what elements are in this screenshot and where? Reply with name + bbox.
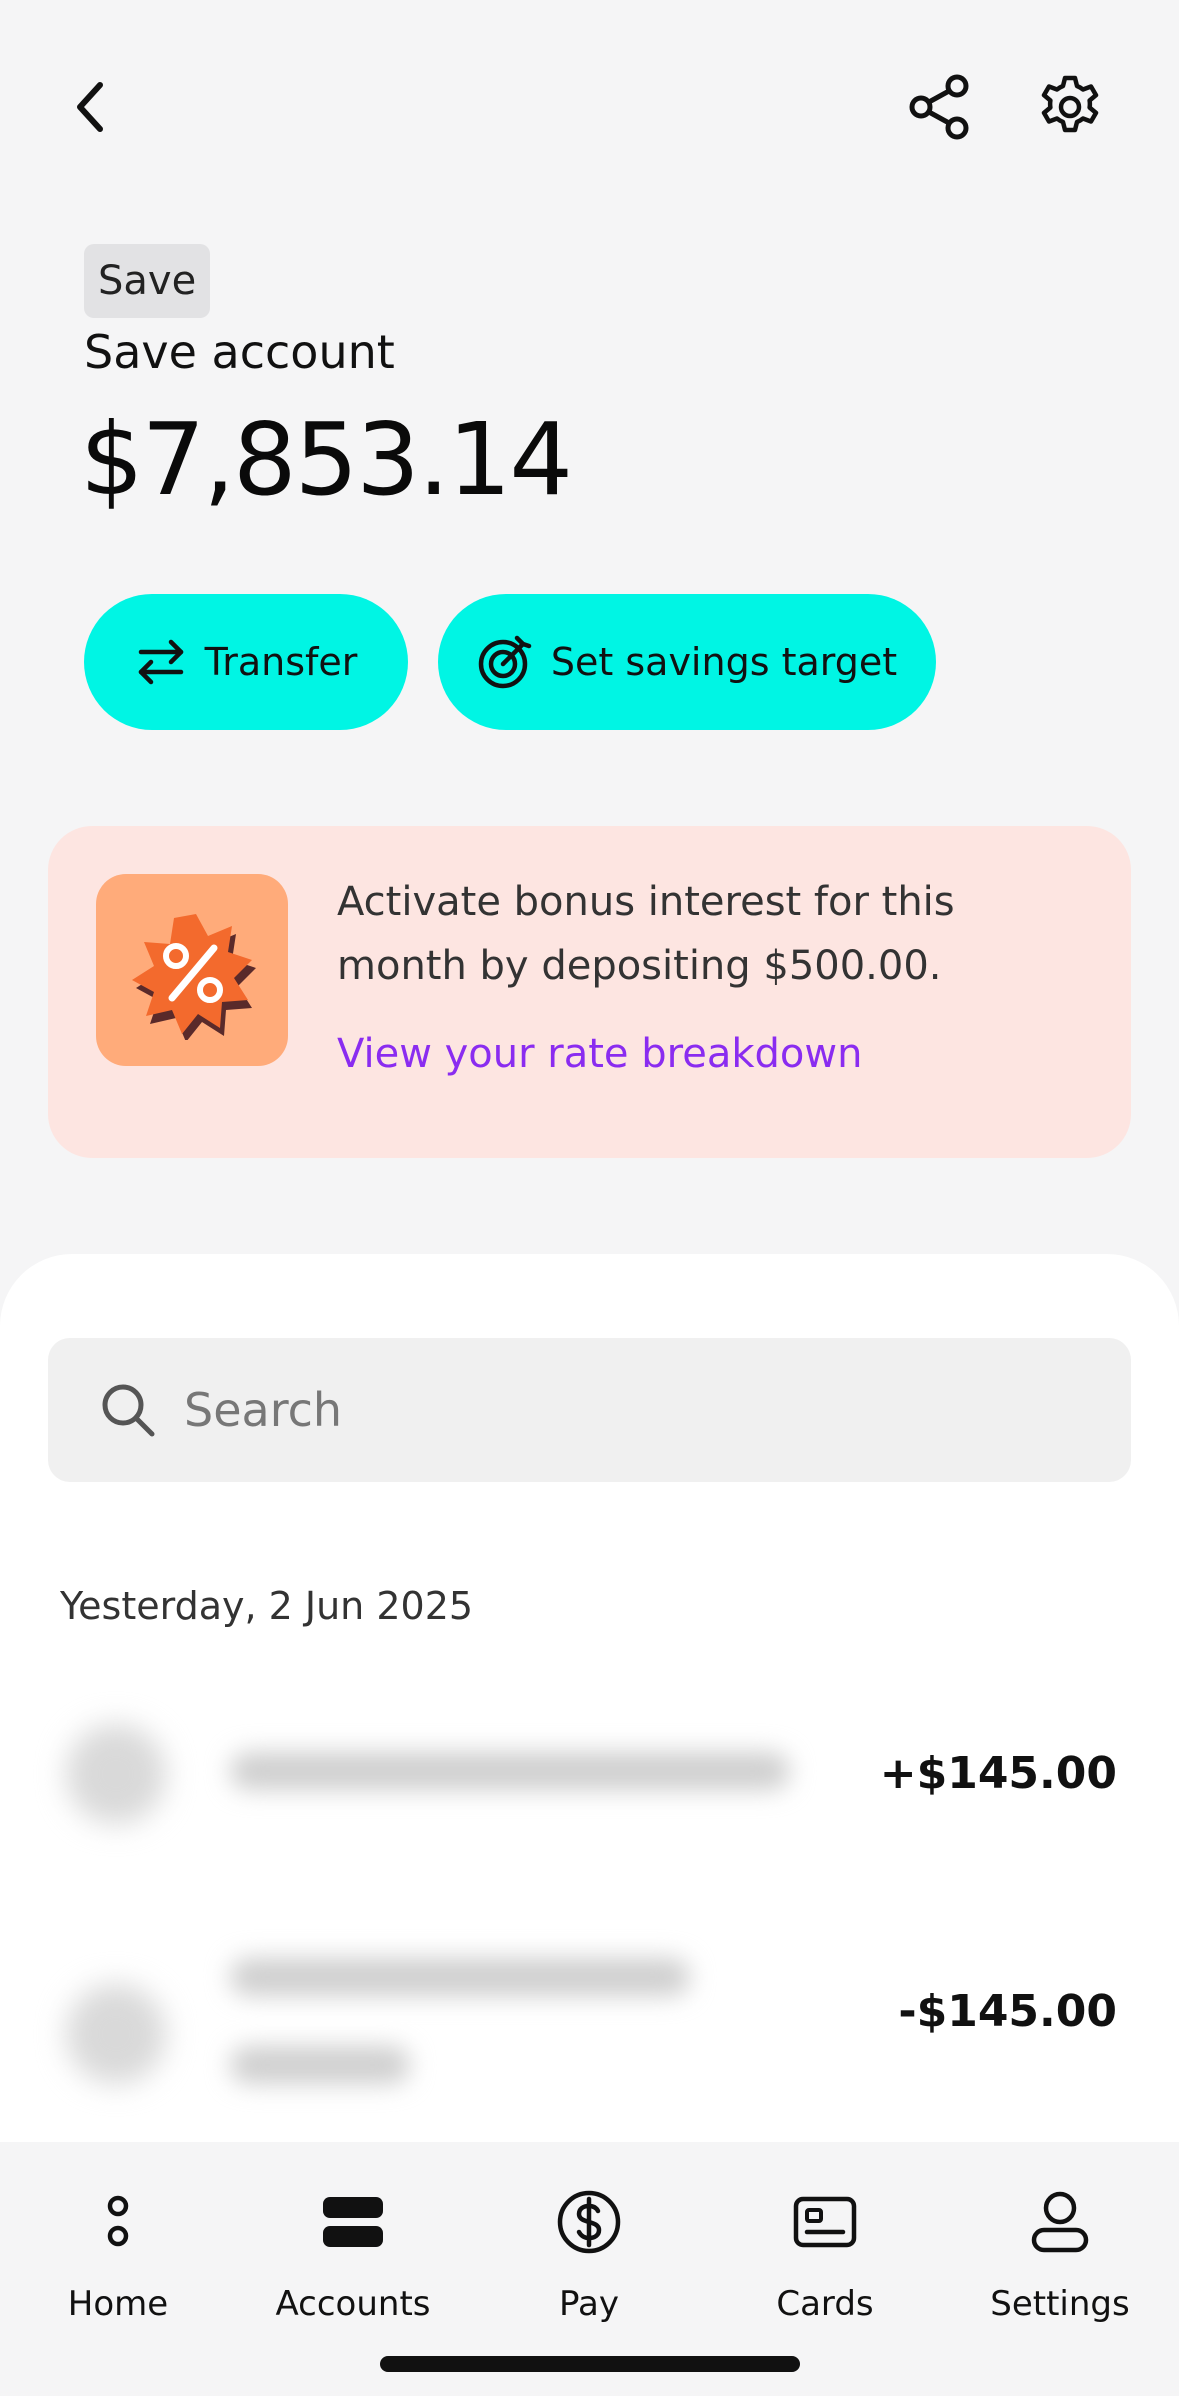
tab-settings[interactable]: Settings: [950, 2182, 1170, 2342]
tab-label: Home: [67, 2284, 169, 2324]
transaction-amount: -$145.00: [898, 1986, 1117, 2037]
account-balance: $7,853.14: [80, 401, 573, 518]
transfer-arrows-icon: [138, 639, 183, 685]
search-icon: [102, 1384, 155, 1437]
home-icon: [107, 2195, 129, 2247]
chevron-left-icon: [77, 82, 103, 132]
transaction-description-redacted: [230, 1752, 790, 1790]
accounts-icon: [323, 2197, 383, 2247]
transaction-row[interactable]: +$145.00: [0, 1700, 1179, 1870]
transaction-description-redacted: [230, 1958, 690, 1996]
percent-badge: [96, 874, 288, 1066]
transaction-icon: [66, 1984, 166, 2084]
tab-accounts[interactable]: Accounts: [243, 2182, 463, 2342]
tab-cards[interactable]: Cards: [715, 2182, 935, 2342]
target-icon: [478, 635, 532, 689]
account-type-tag: Save: [84, 244, 211, 318]
rate-breakdown-link[interactable]: View your rate breakdown: [337, 1024, 862, 1084]
top-bar: [0, 0, 1179, 210]
percent-badge-icon: [132, 914, 256, 1040]
date-header: Yesterday, 2 Jun 2025: [60, 1584, 474, 1628]
search-input[interactable]: [184, 1383, 984, 1437]
set-savings-target-button[interactable]: Set savings target: [438, 594, 936, 730]
share-icon: [909, 74, 969, 140]
share-button[interactable]: [900, 70, 980, 144]
transaction-icon: [66, 1724, 166, 1824]
back-button[interactable]: [60, 70, 120, 144]
dollar-circle-icon: [557, 2190, 621, 2254]
tab-pay[interactable]: Pay: [479, 2182, 699, 2342]
transfer-button[interactable]: Transfer: [84, 594, 408, 730]
gear-icon: [1041, 75, 1099, 133]
transfer-label: Transfer: [204, 640, 358, 684]
tab-label: Settings: [990, 2284, 1130, 2324]
user-icon: [1031, 2191, 1089, 2253]
account-name: Save account: [84, 325, 395, 379]
transaction-amount: +$145.00: [879, 1748, 1117, 1799]
transaction-row[interactable]: -$145.00: [0, 1920, 1179, 2130]
tab-label: Pay: [559, 2284, 619, 2324]
bonus-interest-text: Activate bonus interest for this month b…: [337, 879, 955, 989]
bonus-interest-card: Activate bonus interest for this month b…: [48, 826, 1131, 1158]
card-icon: [793, 2196, 857, 2248]
set-savings-target-label: Set savings target: [550, 640, 898, 684]
tab-label: Accounts: [275, 2284, 431, 2324]
settings-button[interactable]: [1030, 68, 1110, 146]
search-bar[interactable]: [48, 1338, 1131, 1482]
tab-home[interactable]: Home: [8, 2182, 228, 2342]
tab-label: Cards: [776, 2284, 874, 2324]
transaction-subtitle-redacted: [230, 2046, 410, 2084]
home-indicator[interactable]: [380, 2356, 800, 2372]
